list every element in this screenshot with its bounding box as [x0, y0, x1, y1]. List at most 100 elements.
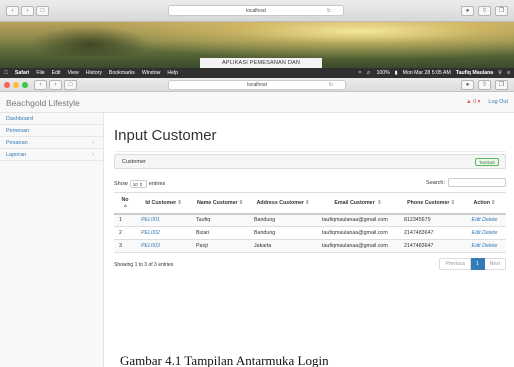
sidebar-item-laporan[interactable]: Laporan › — [0, 149, 103, 161]
cell-id-link[interactable]: PEL003 — [136, 239, 191, 253]
browser-toolbar: ‹ › □ localhost ↻ ● ⇧ ❐ — [0, 78, 514, 92]
reload-icon[interactable]: ↻ — [329, 81, 333, 90]
clock-text[interactable]: Mon Mar 28 5:05 AM — [403, 68, 451, 78]
share-icon[interactable]: ⇧ — [478, 80, 491, 90]
column-header-name[interactable]: Name Customer⇕ — [191, 192, 249, 215]
app-header: Beachgold Lifestyle ▲ 0 ▾ Log Out — [0, 92, 514, 113]
tabs-icon[interactable]: ❐ — [495, 6, 508, 16]
cell-email: taufiqmaulanaa@gmail.com — [317, 226, 399, 240]
column-header-label: Email Customer — [334, 199, 375, 206]
cell-id-link[interactable]: PEL002 — [136, 226, 191, 240]
title-divider — [114, 151, 506, 152]
zoom-window-button[interactable] — [22, 82, 28, 88]
menu-help[interactable]: Help — [167, 68, 178, 78]
sidebar-item-pesanan[interactable]: Pesanan › — [0, 137, 103, 149]
table-row: 3 PEL003 Panji Jakarta taufiqmaulanaa@gm… — [114, 239, 506, 253]
column-header-address[interactable]: Address Customer⇕ — [249, 192, 317, 215]
close-window-button[interactable] — [4, 82, 10, 88]
share-icon[interactable]: ⇧ — [478, 6, 491, 16]
user-name[interactable]: Taufiq Maulana — [456, 68, 493, 78]
spotlight-search-icon[interactable]: ⚲ — [498, 68, 502, 78]
menu-file[interactable]: File — [36, 68, 44, 78]
notification-list-icon[interactable]: ≡ — [507, 68, 510, 78]
entries-length: Show 10 ⇕ entries — [114, 180, 165, 188]
sort-icon: ⇕ — [450, 199, 455, 206]
cell-phone: 812345679 — [399, 213, 463, 227]
background-address-bar[interactable]: localhost ↻ — [168, 5, 344, 16]
back-arrow-icon[interactable]: ‹ — [6, 6, 19, 16]
panel-label: Customer — [122, 159, 146, 165]
address-bar[interactable]: localhost ↻ — [168, 80, 346, 90]
sidebar: Dashboard Pemesan Pesanan › Laporan › — [0, 113, 104, 367]
extension-icon[interactable]: ● — [461, 6, 474, 16]
sort-icon: ⇕ — [177, 199, 182, 206]
forward-arrow-icon[interactable]: › — [49, 80, 62, 90]
apple-icon[interactable]:  — [4, 68, 8, 78]
cell-id-link[interactable]: PEL001 — [136, 213, 191, 227]
battery-text[interactable]: 100% — [376, 68, 389, 78]
volume-icon[interactable]: ♬ — [366, 68, 371, 78]
show-label: Show — [114, 181, 128, 187]
cell-edit-delete-links[interactable]: Edit Delete — [463, 226, 506, 240]
menu-bookmarks[interactable]: Bookmarks — [109, 68, 135, 78]
customer-table: No ▲ Id Customer⇕ Name Customer⇕ Address … — [114, 192, 506, 253]
reload-icon[interactable]: ↻ — [327, 6, 331, 16]
minimize-window-button[interactable] — [13, 82, 19, 88]
sidebar-item-label: Pemesan — [6, 128, 30, 134]
table-info: Showing 1 to 3 of 3 entries — [114, 262, 174, 268]
sidebar-icon[interactable]: □ — [64, 80, 77, 90]
column-header-no[interactable]: No ▲ — [114, 192, 136, 215]
chevron-right-icon: › — [92, 152, 94, 158]
previous-page-button[interactable]: Previous — [439, 258, 471, 270]
column-header-email[interactable]: Email Customer ⇕ — [317, 192, 399, 215]
menubar-app-name[interactable]: Safari — [15, 68, 29, 78]
page-1-button[interactable]: 1 — [470, 258, 485, 270]
menubar-left:  Safari File Edit View History Bookmark… — [4, 68, 178, 78]
cell-edit-delete-links[interactable]: Edit Delete — [463, 239, 506, 253]
cell-phone: 2147483647 — [399, 239, 463, 253]
menu-history[interactable]: History — [86, 68, 102, 78]
sidebar-item-dashboard[interactable]: Dashboard — [0, 113, 103, 125]
battery-icon: ▮ — [394, 70, 398, 76]
column-header-action[interactable]: Action⇕ — [463, 192, 506, 215]
cell-no: 1 — [114, 213, 136, 227]
pagination: Previous 1 Next — [439, 258, 506, 270]
add-customer-button[interactable]: Tambah — [474, 158, 499, 166]
next-page-button[interactable]: Next — [484, 258, 506, 270]
forward-arrow-icon[interactable]: › — [21, 6, 34, 16]
menu-view[interactable]: View — [68, 68, 79, 78]
cell-name: Taufiq — [191, 213, 249, 227]
tabs-icon[interactable]: ❐ — [495, 80, 508, 90]
column-header-phone[interactable]: Phone Customer⇕ — [399, 192, 463, 215]
sidebar-item-label: Dashboard — [6, 116, 33, 122]
entries-select[interactable]: 10 ⇕ — [129, 180, 147, 188]
background-window-toolbar: ‹ › □ localhost ↻ ● ⇧ ❐ — [0, 0, 514, 22]
cell-edit-delete-links[interactable]: Edit Delete — [463, 213, 506, 227]
menu-edit[interactable]: Edit — [52, 68, 61, 78]
document-figure-caption: Gambar 4.1 Tampilan Antarmuka Login — [120, 353, 329, 367]
alert-dropdown[interactable]: ▲ 0 ▾ — [466, 99, 480, 105]
wifi-icon[interactable]: ≈ — [358, 68, 361, 78]
search-label: Search: — [426, 179, 445, 186]
menubar-status: ≈ ♬ 100% ▮ Mon Mar 28 5:05 AM Taufiq Mau… — [358, 68, 510, 78]
back-arrow-icon[interactable]: ‹ — [34, 80, 47, 90]
sidebar-icon[interactable]: □ — [36, 6, 49, 16]
sort-icon: ⇕ — [377, 199, 382, 206]
window-controls — [4, 82, 28, 88]
browser-nav: ‹ › □ — [34, 80, 77, 90]
cell-email: taufiqmaulanaa@gmail.com — [317, 239, 399, 253]
chevron-right-icon: › — [92, 140, 94, 146]
column-header-id[interactable]: Id Customer⇕ — [136, 192, 191, 215]
menu-window[interactable]: Window — [142, 68, 160, 78]
background-toolbar-right: ● ⇧ ❐ — [461, 6, 508, 16]
brand-title[interactable]: Beachgold Lifestyle — [6, 98, 80, 108]
column-header-label: Name Customer — [196, 199, 238, 206]
search-input[interactable] — [448, 178, 506, 187]
palm-silhouette — [30, 26, 150, 56]
sort-icon: ⇕ — [491, 199, 496, 206]
logout-link[interactable]: Log Out — [488, 99, 508, 105]
sidebar-item-pemesan[interactable]: Pemesan — [0, 125, 103, 137]
column-header-label: Phone Customer — [407, 199, 450, 206]
extension-icon[interactable]: ● — [461, 80, 474, 90]
table-controls: Show 10 ⇕ entries Search: — [114, 178, 506, 190]
